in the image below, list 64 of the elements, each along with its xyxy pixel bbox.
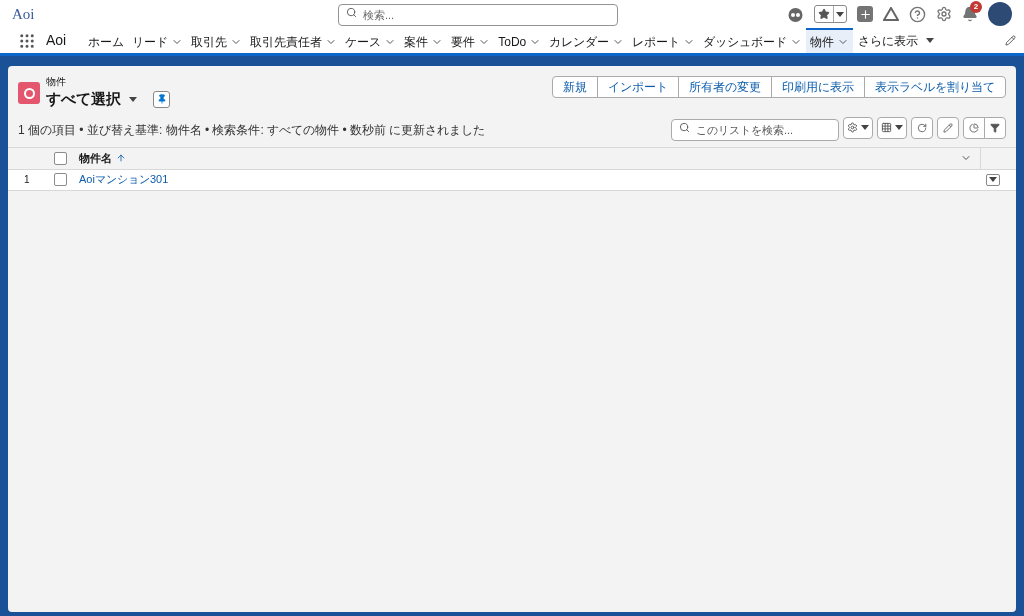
- nav-tab[interactable]: カレンダー: [549, 32, 610, 51]
- caret-icon[interactable]: [895, 125, 903, 130]
- pin-button[interactable]: [153, 90, 170, 108]
- nav-tab[interactable]: ホーム: [88, 32, 125, 51]
- pencil-icon: [943, 122, 953, 133]
- mascot-icon[interactable]: [787, 6, 804, 22]
- search-field[interactable]: 検索...: [338, 4, 618, 26]
- nav-tab[interactable]: ケース: [345, 32, 382, 51]
- plus-icon: [858, 7, 872, 21]
- caret-icon[interactable]: [926, 38, 935, 43]
- object-label: 物件: [46, 76, 67, 88]
- help-icon[interactable]: [909, 5, 926, 23]
- caret-icon[interactable]: [861, 125, 869, 130]
- sort-arrow-icon: [116, 153, 126, 163]
- caret-icon[interactable]: [989, 177, 997, 182]
- add-button[interactable]: [857, 6, 873, 22]
- table-icon: [881, 122, 892, 133]
- record-link[interactable]: Aoiマンション301: [79, 171, 169, 188]
- logo-text: Aoi: [12, 4, 35, 24]
- favorites-button[interactable]: [814, 5, 847, 23]
- filter-icon: [990, 122, 1000, 133]
- app-name: Aoi: [46, 31, 67, 50]
- row-number: 1: [23, 173, 31, 187]
- app-launcher-icon[interactable]: [18, 31, 36, 50]
- nav-tab[interactable]: ダッシュボード: [703, 32, 788, 51]
- filter-button[interactable]: [984, 116, 1006, 139]
- object-icon: [18, 82, 40, 105]
- edit-icon[interactable]: [1005, 35, 1016, 46]
- nav-tab[interactable]: レポート: [632, 32, 681, 51]
- list-status-text: 1 個の項目 • 並び替え基準: 物件名 • 検索条件: すべての物件 • 数秒前 に更新されました: [18, 121, 486, 139]
- notification-badge: 2: [970, 1, 982, 13]
- nav-tab[interactable]: 取引先責任者: [250, 32, 323, 51]
- nav-tab[interactable]: 取引先: [191, 32, 228, 51]
- refresh-button[interactable]: [911, 116, 933, 139]
- action-button[interactable]: 表示ラベルを割り当て: [864, 76, 1006, 98]
- row-checkbox[interactable]: [54, 173, 67, 186]
- nav-tab[interactable]: 案件: [404, 32, 429, 51]
- action-button[interactable]: インポート: [597, 76, 679, 98]
- caret-icon[interactable]: [836, 11, 844, 17]
- select-all-checkbox[interactable]: [54, 151, 67, 165]
- action-button[interactable]: 新規: [552, 76, 598, 98]
- nav-tab[interactable]: リード: [132, 32, 169, 51]
- more-tab[interactable]: さらに表示: [858, 31, 919, 50]
- star-icon: [818, 8, 830, 20]
- avatar[interactable]: [988, 2, 1012, 26]
- refresh-icon: [917, 122, 927, 133]
- column-header[interactable]: 物件名: [79, 149, 112, 167]
- list-search-field[interactable]: このリストを検索...: [671, 118, 839, 141]
- list-view-title: すべて選択: [46, 89, 121, 109]
- action-button[interactable]: 印刷用に表示: [771, 76, 865, 98]
- edit-button[interactable]: [937, 116, 959, 139]
- search-icon: [679, 121, 690, 133]
- search-icon: [346, 7, 357, 18]
- settings-icon[interactable]: [936, 6, 952, 22]
- pie-chart-icon: [969, 122, 979, 133]
- nav-tab[interactable]: ToDo: [498, 32, 527, 51]
- nav-tab[interactable]: 要件: [451, 32, 476, 51]
- gear-icon: [847, 122, 858, 133]
- action-button[interactable]: 所有者の変更: [678, 76, 772, 98]
- settings-button[interactable]: [843, 116, 873, 139]
- pin-icon: [156, 94, 167, 105]
- row-actions-button[interactable]: [986, 173, 1000, 186]
- caret-icon[interactable]: [129, 96, 137, 102]
- display-as-button[interactable]: [877, 116, 907, 139]
